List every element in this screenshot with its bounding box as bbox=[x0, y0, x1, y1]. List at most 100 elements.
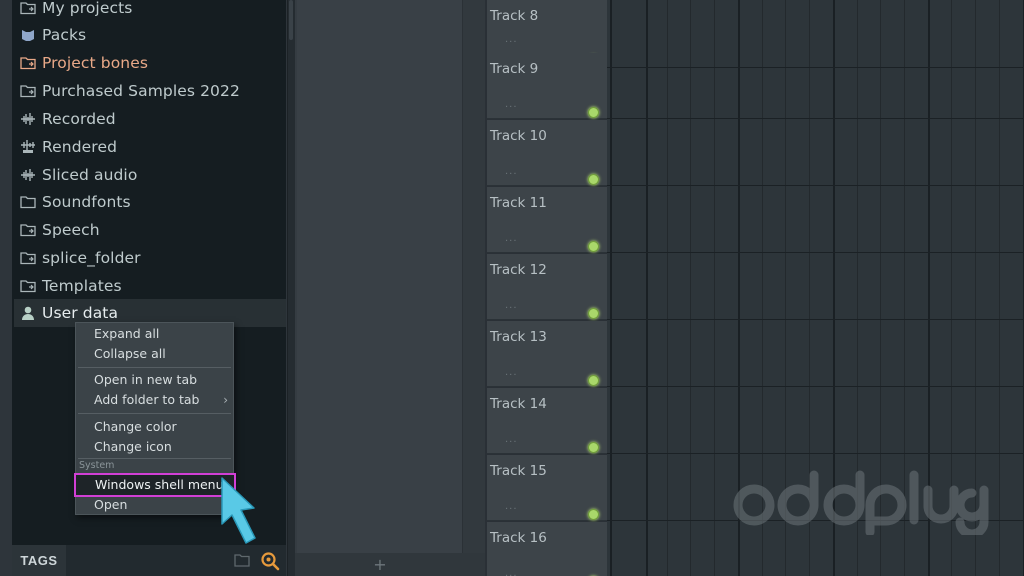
panel-footer bbox=[295, 553, 485, 576]
pointer-arrow-icon bbox=[221, 477, 256, 544]
clip-list-area bbox=[297, 0, 462, 553]
menu-separator bbox=[78, 413, 231, 414]
menu-item-open-in-new-tab[interactable]: Open in new tab bbox=[76, 370, 233, 390]
menu-item-change-color[interactable]: Change color bbox=[76, 417, 233, 437]
browser-item-label: Sliced audio bbox=[42, 166, 138, 184]
folder-tab-icon bbox=[14, 49, 42, 77]
track-header[interactable]: Track 15... bbox=[487, 455, 607, 521]
browser-item-label: Packs bbox=[42, 26, 87, 44]
browser-item-rendered[interactable]: Rendered bbox=[14, 133, 286, 161]
browser-item-speech[interactable]: Speech bbox=[14, 216, 286, 244]
track-header[interactable]: Track 14... bbox=[487, 388, 607, 454]
rendered-icon bbox=[14, 133, 42, 161]
menu-item-open[interactable]: Open bbox=[76, 495, 233, 515]
browser-item-label: Soundfonts bbox=[42, 193, 131, 211]
folder-icon[interactable] bbox=[234, 553, 250, 567]
track-name: Track 8 bbox=[490, 8, 539, 24]
menu-separator bbox=[78, 367, 231, 368]
track-options-dots[interactable]: ... bbox=[505, 434, 518, 445]
track-header[interactable]: Track 10... bbox=[487, 120, 607, 186]
tags-button[interactable]: TAGS bbox=[12, 545, 66, 576]
track-name: Track 11 bbox=[490, 195, 547, 211]
track-options-dots[interactable]: ... bbox=[505, 166, 518, 177]
browser-item-label: splice_folder bbox=[42, 249, 141, 267]
browser-item-soundfonts[interactable]: Soundfonts bbox=[14, 188, 286, 216]
track-options-dots[interactable]: ... bbox=[505, 233, 518, 244]
track-header[interactable]: Track 16... bbox=[487, 522, 607, 576]
track-name: Track 15 bbox=[490, 463, 547, 479]
track-mute-led[interactable] bbox=[588, 308, 599, 319]
track-options-dots[interactable]: ... bbox=[505, 568, 518, 576]
browser-item-splice-folder[interactable]: splice_folder bbox=[14, 244, 286, 272]
add-track-button[interactable]: + bbox=[373, 557, 387, 573]
track-mute-led[interactable] bbox=[588, 509, 599, 520]
track-header[interactable]: Track 13... bbox=[487, 321, 607, 387]
menu-group-label-system: System bbox=[79, 460, 115, 471]
browser-item-packs[interactable]: Packs bbox=[14, 21, 286, 49]
track-header[interactable]: Track 11... bbox=[487, 187, 607, 253]
oddplug-watermark-logo bbox=[733, 470, 989, 535]
menu-item-windows-shell-menu[interactable]: Windows shell menu bbox=[74, 473, 236, 497]
browser-item-label: Recorded bbox=[42, 110, 116, 128]
track-options-dots[interactable]: ... bbox=[505, 300, 518, 311]
browser-item-label: User data bbox=[42, 304, 119, 322]
browser-item-templates[interactable]: Templates bbox=[14, 272, 286, 300]
track-options-dots[interactable]: ... bbox=[505, 34, 518, 45]
panel-divider bbox=[462, 0, 485, 553]
browser-item-recorded[interactable]: Recorded bbox=[14, 105, 286, 133]
track-header[interactable]: Track 12... bbox=[487, 254, 607, 320]
menu-item-add-folder-to-tab[interactable]: Add folder to tab › bbox=[76, 390, 233, 410]
track-lane[interactable] bbox=[607, 388, 1024, 454]
track-name: Track 10 bbox=[490, 128, 547, 144]
browser-item-label: Rendered bbox=[42, 138, 118, 156]
track-mute-led[interactable] bbox=[588, 107, 599, 118]
track-mute-led[interactable] bbox=[588, 174, 599, 185]
track-name: Track 14 bbox=[490, 396, 547, 412]
track-mute-led[interactable] bbox=[588, 241, 599, 252]
menu-item-change-icon[interactable]: Change icon bbox=[76, 437, 233, 457]
folder-tab-icon bbox=[14, 77, 42, 105]
browser-item-label: Purchased Samples 2022 bbox=[42, 82, 240, 100]
track-name: Track 16 bbox=[490, 530, 547, 546]
folder-tab-icon bbox=[14, 244, 42, 272]
menu-separator bbox=[78, 458, 231, 459]
browser-scroll-thumb[interactable] bbox=[289, 0, 293, 40]
packs-icon bbox=[14, 21, 42, 49]
browser-item-label: My projects bbox=[42, 0, 133, 17]
track-lane[interactable] bbox=[607, 187, 1024, 253]
browser-item-label: Speech bbox=[42, 221, 100, 239]
browser-item-project-bones[interactable]: Project bones bbox=[14, 49, 286, 77]
folder-tab-icon bbox=[14, 0, 42, 22]
tags-bar: TAGS bbox=[12, 545, 286, 576]
menu-item-expand-all[interactable]: Expand all bbox=[76, 324, 233, 344]
track-name: Track 9 bbox=[490, 61, 539, 77]
browser-item-sliced-audio[interactable]: Sliced audio bbox=[14, 161, 286, 189]
menu-item-collapse-all[interactable]: Collapse all bbox=[76, 344, 233, 364]
browser-item-label: Templates bbox=[42, 277, 122, 295]
playlist-clip-panel: + bbox=[295, 0, 485, 576]
track-lane[interactable] bbox=[607, 321, 1024, 387]
user-icon bbox=[14, 299, 42, 327]
track-mute-led[interactable] bbox=[588, 375, 599, 386]
waveform-icon bbox=[14, 105, 42, 133]
track-header[interactable]: Track 9... bbox=[487, 53, 607, 119]
track-name: Track 13 bbox=[490, 329, 547, 345]
track-lane[interactable] bbox=[607, 53, 1024, 119]
browser-item-label: Project bones bbox=[42, 54, 149, 72]
browser-item-purchased-samples[interactable]: Purchased Samples 2022 bbox=[14, 77, 286, 105]
search-icon[interactable] bbox=[260, 551, 280, 571]
track-options-dots[interactable]: ... bbox=[505, 367, 518, 378]
folder-tab-icon bbox=[14, 216, 42, 244]
menu-item-label: Add folder to tab bbox=[94, 392, 200, 407]
browser-item-my-projects[interactable]: My projects bbox=[14, 0, 286, 22]
context-menu: Expand all Collapse all Open in new tab … bbox=[74, 322, 236, 515]
track-options-dots[interactable]: ... bbox=[505, 99, 518, 110]
track-options-dots[interactable]: ... bbox=[505, 501, 518, 512]
folder-icon bbox=[14, 188, 42, 216]
track-lane[interactable] bbox=[607, 254, 1024, 320]
submenu-arrow-icon: › bbox=[223, 393, 228, 407]
track-lane[interactable] bbox=[607, 120, 1024, 186]
browser-scrollbar[interactable] bbox=[287, 0, 295, 576]
folder-tab-icon bbox=[14, 272, 42, 300]
track-mute-led[interactable] bbox=[588, 442, 599, 453]
